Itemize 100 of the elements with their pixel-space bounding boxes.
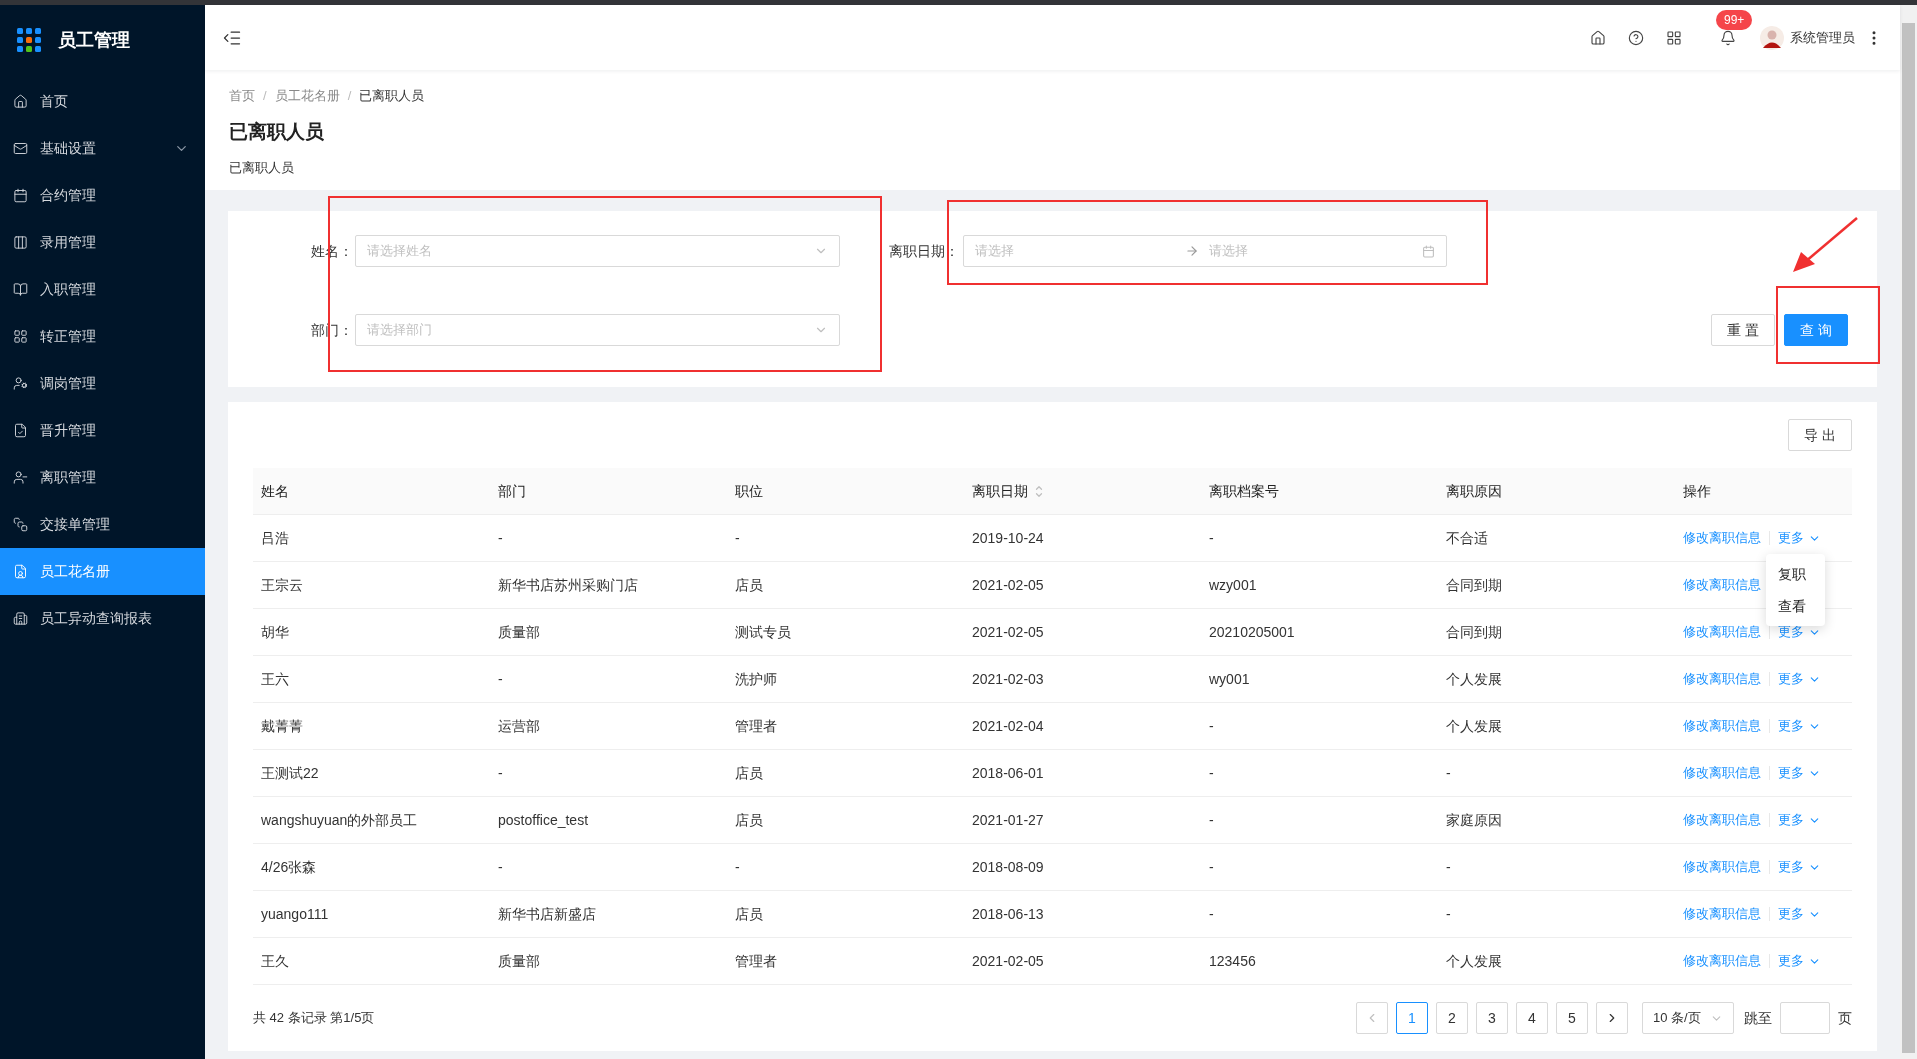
table-cell: 王宗云 <box>261 576 303 593</box>
more-dropdown-link[interactable]: 更多 <box>1778 810 1821 830</box>
stack-icon <box>13 517 28 532</box>
bell-icon[interactable] <box>1720 29 1736 46</box>
home-icon[interactable] <box>1590 29 1606 46</box>
date-range-field[interactable]: 请选择 请选择 <box>963 235 1447 267</box>
edit-link[interactable]: 修改离职信息 <box>1683 810 1761 830</box>
sidebar-item[interactable]: 录用管理 <box>0 219 205 266</box>
table-cell: 2021-02-04 <box>972 717 1044 734</box>
edit-link[interactable]: 修改离职信息 <box>1683 622 1761 642</box>
table-cell: - <box>498 764 503 781</box>
user-name[interactable]: 系统管理员 <box>1790 27 1855 48</box>
page-input[interactable] <box>1780 1002 1830 1034</box>
table-cell: - <box>498 529 503 546</box>
sidebar-item[interactable]: 员工异动查询报表 <box>0 595 205 642</box>
table-cell: 2019-10-24 <box>972 529 1044 546</box>
columns-icon <box>13 235 28 250</box>
table-cell: - <box>1209 529 1214 546</box>
table-cell: 新华书店苏州采购门店 <box>498 576 638 593</box>
table-cell: - <box>498 858 503 875</box>
export-button[interactable]: 导 出 <box>1788 419 1852 451</box>
edit-link[interactable]: 修改离职信息 <box>1683 669 1761 689</box>
page-button[interactable]: 2 <box>1436 1002 1468 1034</box>
breadcrumb-item[interactable]: 首页 <box>229 86 255 106</box>
menu-item[interactable]: 查看 <box>1766 590 1825 623</box>
record-summary: 共 42 条记录 第1/5页 <box>253 1009 375 1028</box>
edit-link[interactable]: 修改离职信息 <box>1683 951 1761 971</box>
table-cell: 合同到期 <box>1446 623 1502 640</box>
column-header: 部门 <box>498 481 526 501</box>
edit-link[interactable]: 修改离职信息 <box>1683 857 1761 877</box>
document-icon <box>13 564 28 579</box>
table-cell: 质量部 <box>498 623 540 640</box>
more-dropdown-link[interactable]: 更多 <box>1778 669 1821 689</box>
avatar[interactable] <box>1760 25 1784 50</box>
column-header: 姓名 <box>261 481 289 501</box>
table-cell: - <box>1446 905 1451 922</box>
page-subtitle: 已离职人员 <box>229 159 295 177</box>
column-header[interactable]: 离职日期 <box>972 480 1044 502</box>
more-dropdown-link[interactable]: 更多 <box>1778 716 1821 736</box>
edit-link[interactable]: 修改离职信息 <box>1683 575 1761 595</box>
table-cell: 合同到期 <box>1446 576 1502 593</box>
reset-button[interactable]: 重 置 <box>1711 314 1776 346</box>
sidebar-item[interactable]: 入职管理 <box>0 266 205 313</box>
sidebar-item[interactable]: 员工花名册 <box>0 548 205 595</box>
table-cell: - <box>1209 858 1214 875</box>
table-cell: 家庭原因 <box>1446 811 1502 828</box>
scrollbar[interactable] <box>1900 5 1917 1059</box>
table-cell: 店员 <box>735 811 763 828</box>
home-icon <box>13 94 28 109</box>
more-dropdown-link[interactable]: 更多 <box>1778 763 1821 783</box>
sidebar-item[interactable]: 离职管理 <box>0 454 205 501</box>
app-title: 员工管理 <box>58 28 130 52</box>
select-field[interactable]: 请选择姓名 <box>355 235 840 267</box>
more-dropdown-link[interactable]: 更多 <box>1778 857 1821 877</box>
sidebar-item[interactable]: 首页 <box>0 78 205 125</box>
grid-icon[interactable] <box>1666 29 1682 46</box>
table-cell: 2021-02-05 <box>972 952 1044 969</box>
table-cell: - <box>1446 764 1451 781</box>
sidebar-item[interactable]: 转正管理 <box>0 313 205 360</box>
edit-link[interactable]: 修改离职信息 <box>1683 904 1761 924</box>
table-cell: - <box>1209 905 1214 922</box>
table-cell: 王六 <box>261 670 289 687</box>
page-size-select[interactable]: 10 条/页 <box>1642 1002 1734 1034</box>
sidebar-item[interactable]: 晋升管理 <box>0 407 205 454</box>
page-button[interactable]: 1 <box>1396 1002 1428 1034</box>
column-header: 操作 <box>1683 481 1711 501</box>
page-button[interactable]: 5 <box>1556 1002 1588 1034</box>
table-cell: 洗护师 <box>735 670 777 687</box>
more-dropdown-link[interactable]: 更多 <box>1778 904 1821 924</box>
table-cell: 质量部 <box>498 952 540 969</box>
search-button[interactable]: 查 询 <box>1784 314 1848 346</box>
more-dropdown-link[interactable]: 更多 <box>1778 528 1821 548</box>
breadcrumb-item: 已离职人员 <box>359 87 425 105</box>
table-cell: 店员 <box>735 576 763 593</box>
table-cell: - <box>1209 764 1214 781</box>
page-button[interactable]: 4 <box>1516 1002 1548 1034</box>
sidebar-item[interactable]: 交接单管理 <box>0 501 205 548</box>
menu-item[interactable]: 复职 <box>1766 558 1825 591</box>
sidebar-item[interactable]: 基础设置 <box>0 125 205 172</box>
edit-link[interactable]: 修改离职信息 <box>1683 528 1761 548</box>
help-icon[interactable] <box>1628 29 1644 46</box>
breadcrumb-item[interactable]: 员工花名册 <box>274 86 340 106</box>
document-icon <box>13 423 28 438</box>
edit-link[interactable]: 修改离职信息 <box>1683 763 1761 783</box>
grid-icon <box>13 329 28 344</box>
sidebar-item[interactable]: 合约管理 <box>0 172 205 219</box>
column-header: 离职档案号 <box>1209 481 1279 501</box>
calendar-icon <box>13 188 28 203</box>
table-cell: 个人发展 <box>1446 952 1502 969</box>
edit-link[interactable]: 修改离职信息 <box>1683 716 1761 736</box>
sidebar-item[interactable]: 调岗管理 <box>0 360 205 407</box>
table-cell: 2018-06-13 <box>972 905 1044 922</box>
more-dropdown-link[interactable]: 更多 <box>1778 951 1821 971</box>
table-cell: postoffice_test <box>498 811 589 828</box>
table-cell: 4/26张森 <box>261 858 317 875</box>
more-dropdown-link[interactable]: 更多 <box>1778 622 1821 642</box>
table-cell: 店员 <box>735 764 763 781</box>
page-button[interactable]: 3 <box>1476 1002 1508 1034</box>
field-label: 离职日期： <box>888 241 959 261</box>
table-cell: 王测试22 <box>261 764 319 781</box>
